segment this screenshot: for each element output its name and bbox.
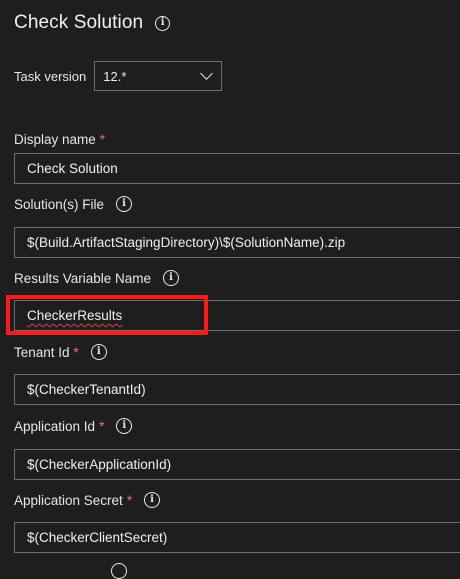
info-icon[interactable]: i xyxy=(116,418,133,434)
tenant-id-label: Tenant Id xyxy=(14,344,70,360)
application-secret-value: $(CheckerClientSecret) xyxy=(27,530,168,545)
required-marker: * xyxy=(99,418,105,434)
display-name-label: Display name xyxy=(14,131,96,147)
application-id-input[interactable]: $(CheckerApplicationId) xyxy=(14,449,460,480)
page-title: Check Solution xyxy=(14,12,144,33)
field-label: Solution(s) File i xyxy=(14,196,460,212)
display-name-value: Check Solution xyxy=(27,161,118,176)
solution-file-label: Solution(s) File xyxy=(14,196,105,212)
required-marker: * xyxy=(73,344,79,360)
field-display-name: Display name * Check Solution xyxy=(14,131,460,184)
task-version-value: 12.* xyxy=(103,68,127,84)
field-label: Results Variable Name i xyxy=(14,270,460,286)
info-icon[interactable]: i xyxy=(116,196,133,212)
info-icon[interactable]: i xyxy=(144,492,161,508)
results-variable-name-label: Results Variable Name xyxy=(14,270,152,286)
application-secret-input[interactable]: $(CheckerClientSecret) xyxy=(14,522,460,553)
display-name-input[interactable]: Check Solution xyxy=(14,153,460,184)
task-version-row: Task version 12.* xyxy=(14,61,223,91)
task-version-label: Task version xyxy=(14,68,87,84)
results-variable-name-input[interactable]: CheckerResults xyxy=(14,300,460,331)
field-results-variable-name: Results Variable Name i CheckerResults xyxy=(14,270,460,331)
field-label: Application Id * i xyxy=(14,418,460,434)
tenant-id-value: $(CheckerTenantId) xyxy=(27,382,146,397)
title-row: Check Solution i xyxy=(14,12,171,34)
info-icon[interactable]: i xyxy=(90,344,107,360)
required-marker: * xyxy=(126,492,133,508)
field-label: Display name * xyxy=(14,131,460,147)
field-tenant-id: Tenant Id * i $(CheckerTenantId) xyxy=(14,344,460,405)
application-id-value: $(CheckerApplicationId) xyxy=(27,457,172,472)
tenant-id-input[interactable]: $(CheckerTenantId) xyxy=(14,374,460,405)
field-label: Tenant Id * i xyxy=(14,344,460,360)
required-marker: * xyxy=(99,131,106,147)
field-label: Application Secret * i xyxy=(14,492,460,508)
info-icon[interactable]: i xyxy=(163,270,180,286)
solution-file-value: $(Build.ArtifactStagingDirectory)\$(Solu… xyxy=(27,235,346,250)
application-id-label: Application Id xyxy=(14,418,96,434)
task-version-select[interactable]: 12.* xyxy=(94,61,223,91)
application-secret-label: Application Secret xyxy=(14,492,123,508)
results-variable-name-value: CheckerResults xyxy=(27,308,123,323)
field-solution-file: Solution(s) File i $(Build.ArtifactStagi… xyxy=(14,196,460,258)
info-icon[interactable] xyxy=(111,563,127,579)
chevron-down-icon xyxy=(200,67,214,80)
solution-file-input[interactable]: $(Build.ArtifactStagingDirectory)\$(Solu… xyxy=(14,227,460,258)
info-icon[interactable]: i xyxy=(155,15,171,31)
field-application-id: Application Id * i $(CheckerApplicationI… xyxy=(14,418,460,480)
field-application-secret: Application Secret * i $(CheckerClientSe… xyxy=(14,492,460,553)
